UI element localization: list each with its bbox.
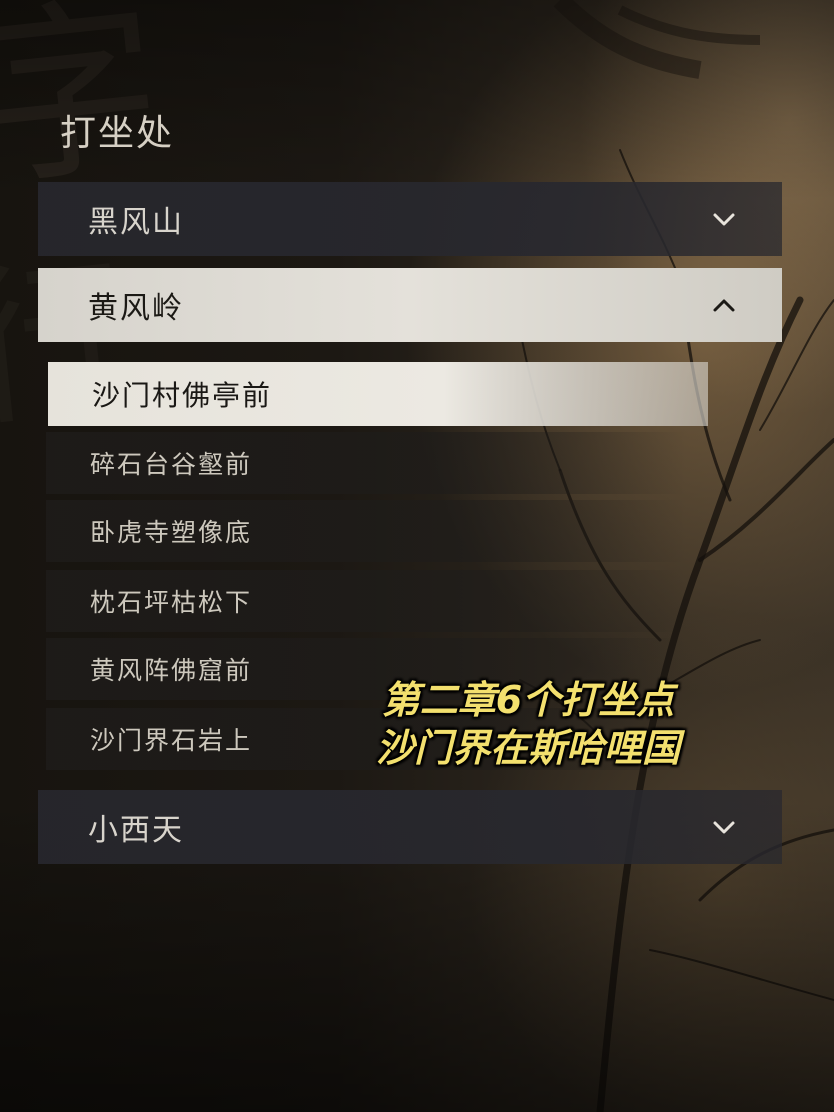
region-label: 黄风岭 — [88, 291, 184, 326]
location-label: 沙门界石岩上 — [90, 726, 253, 755]
region-label: 小西天 — [88, 813, 184, 848]
region-header-heifengshan[interactable]: 黑风山 — [38, 182, 782, 256]
overlay-caption: 第二章6个打坐点 沙门界在斯哈哩国 — [338, 676, 718, 772]
chevron-up-icon — [713, 299, 735, 312]
location-label: 枕石坪枯松下 — [90, 588, 253, 617]
location-item[interactable]: 碎石台谷壑前 — [46, 432, 686, 494]
region-label: 黑风山 — [88, 205, 184, 240]
location-item-selected[interactable]: 沙门村佛亭前 — [48, 362, 708, 426]
region-header-huangfengling[interactable]: 黄风岭 — [38, 268, 782, 342]
location-item[interactable]: 卧虎寺塑像底 — [46, 500, 686, 562]
location-label: 卧虎寺塑像底 — [90, 518, 253, 547]
chevron-down-icon — [713, 213, 735, 226]
region-header-xiaoxitian[interactable]: 小西天 — [38, 790, 782, 864]
caption-line-2: 沙门界在斯哈哩国 — [375, 726, 680, 770]
location-label: 碎石台谷壑前 — [90, 450, 253, 479]
location-label: 黄风阵佛窟前 — [90, 656, 253, 685]
panel-title: 打坐处 — [60, 113, 175, 154]
chevron-down-icon — [713, 821, 735, 834]
caption-line-1: 第二章6个打坐点 — [381, 678, 675, 722]
location-label: 沙门村佛亭前 — [92, 379, 273, 412]
location-item[interactable]: 枕石坪枯松下 — [46, 570, 686, 632]
